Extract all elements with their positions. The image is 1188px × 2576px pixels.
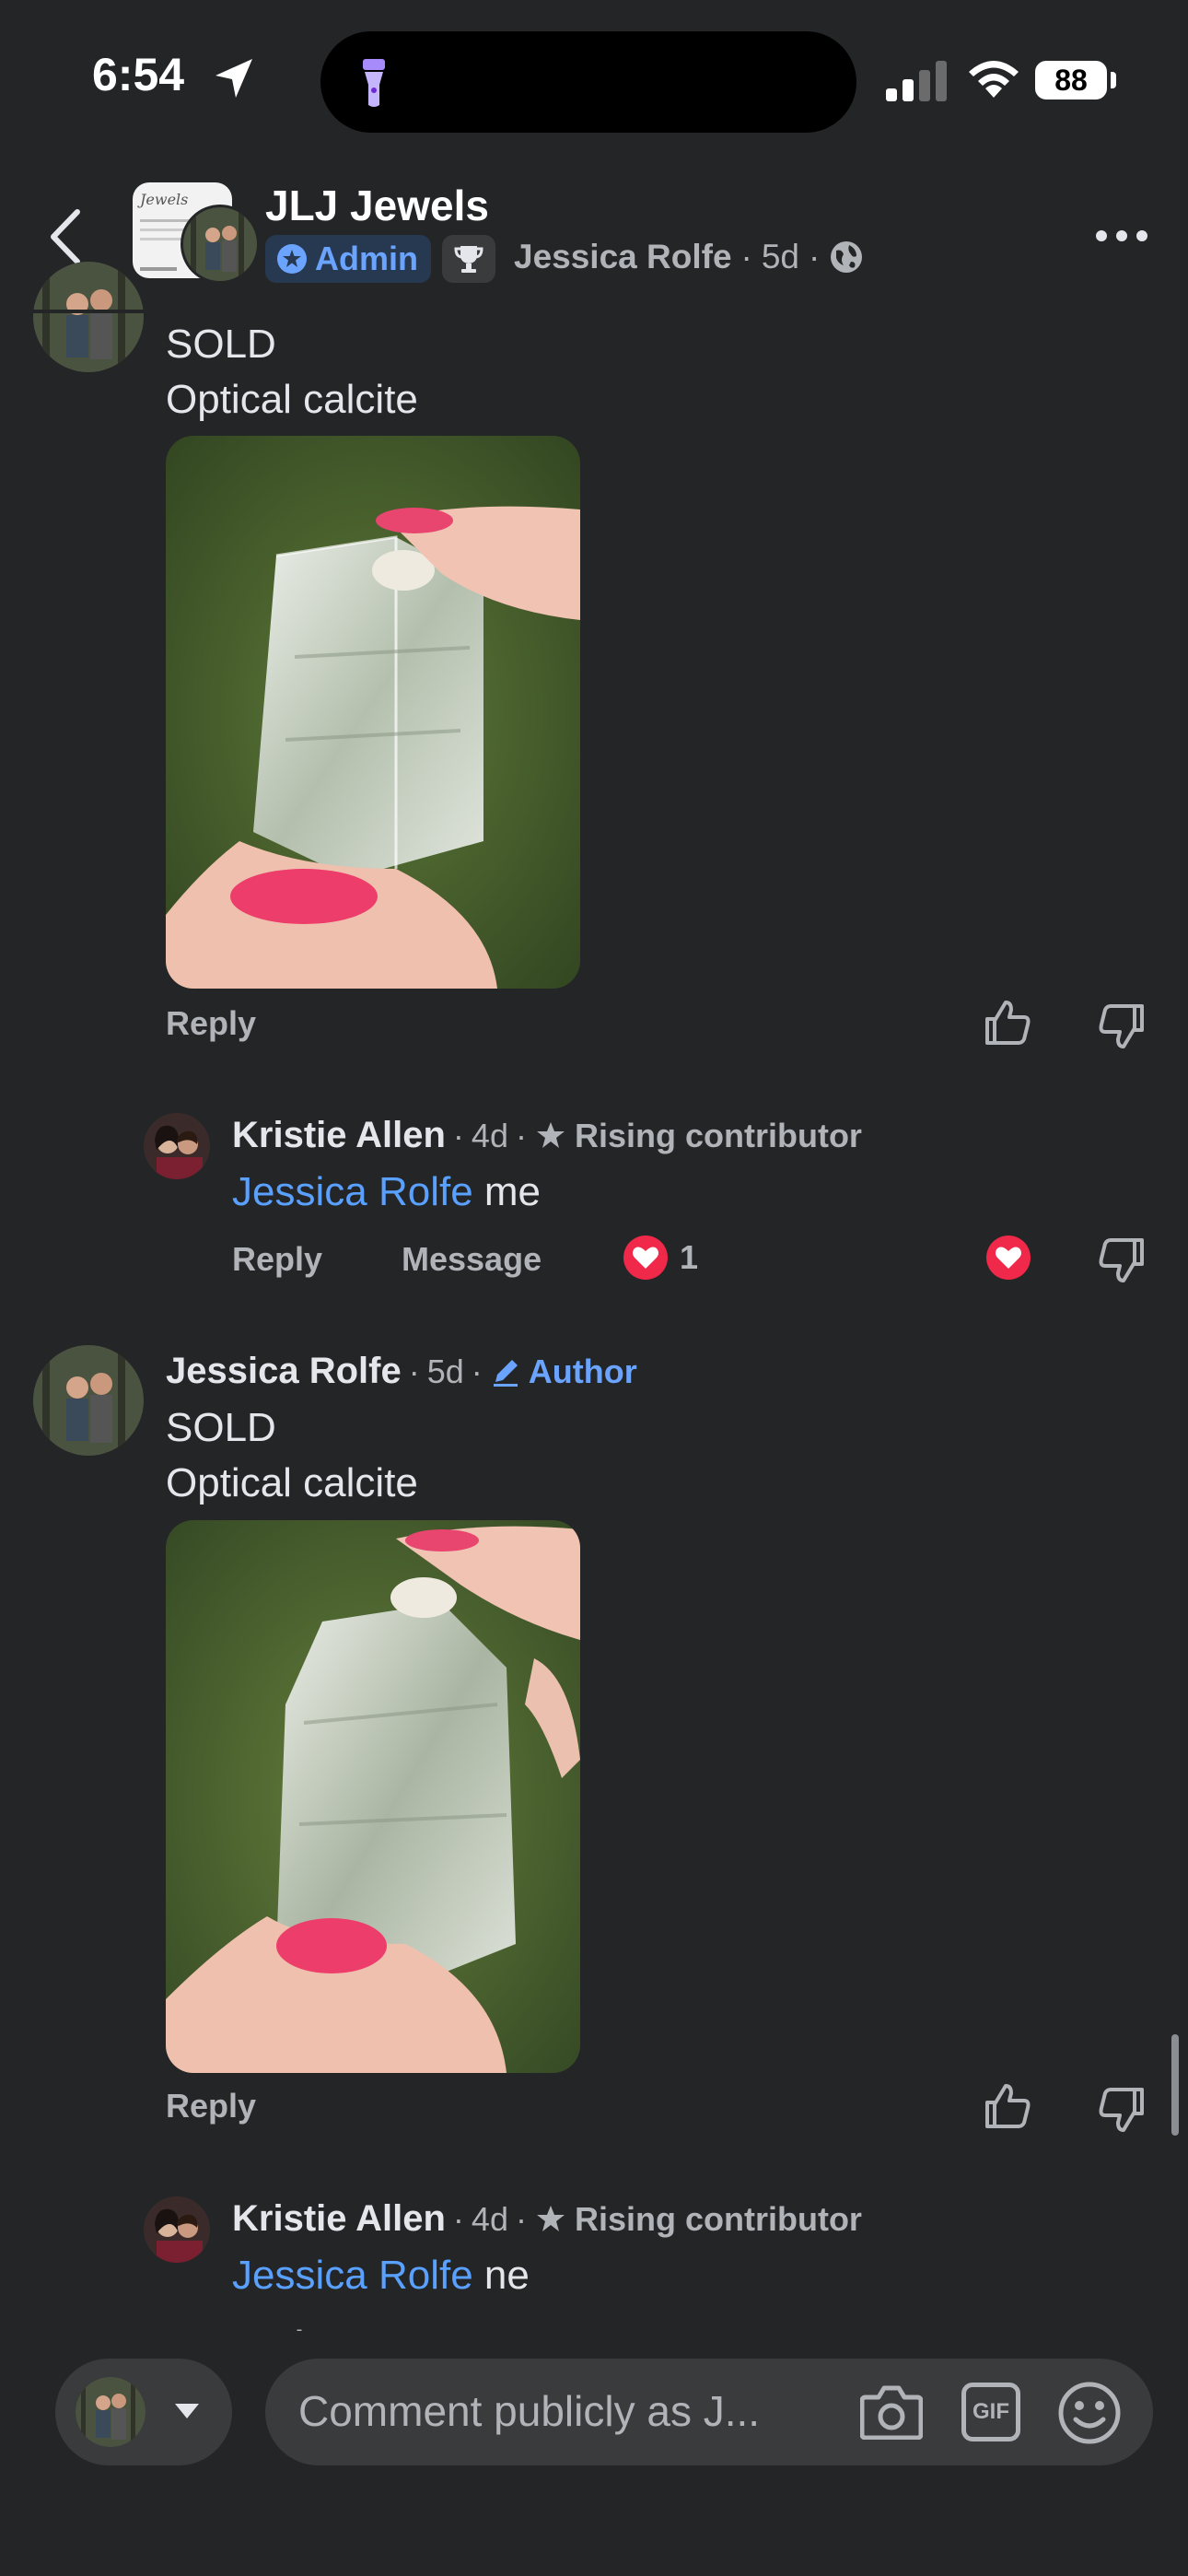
commenter-name[interactable]: Kristie Allen bbox=[232, 1115, 446, 1156]
commenter-avatar[interactable] bbox=[144, 2196, 210, 2263]
comment-header: Kristie Allen · 4d · Rising contributor bbox=[232, 1115, 862, 1156]
pencil-icon bbox=[493, 1359, 518, 1387]
comment-placeholder[interactable]: Comment publicly as J... bbox=[298, 2386, 760, 2436]
group-name[interactable]: JLJ Jewels bbox=[265, 181, 489, 230]
comment-age: 4d bbox=[471, 2199, 508, 2238]
commenter-name[interactable]: Jessica Rolfe bbox=[166, 1351, 402, 1392]
back-arrow-icon[interactable] bbox=[46, 208, 83, 265]
chevron-down-icon[interactable] bbox=[173, 2401, 201, 2421]
signal-icon bbox=[886, 61, 947, 101]
comment-text: Jessica Rolfe ne bbox=[232, 2253, 530, 2298]
thumbs-down-icon[interactable] bbox=[1096, 1235, 1147, 1286]
reply-button[interactable]: Reply bbox=[166, 2087, 256, 2125]
commenter-name[interactable]: Kristie Allen bbox=[232, 2198, 446, 2240]
reaction-count: 1 bbox=[680, 1238, 699, 1276]
thumbs-up-icon[interactable] bbox=[982, 2080, 1033, 2132]
globe-icon bbox=[831, 241, 863, 273]
reaction-summary[interactable]: 1 bbox=[623, 1235, 698, 1281]
star-icon bbox=[536, 1121, 565, 1148]
heart-icon bbox=[623, 1235, 668, 1280]
status-time: 6:54 bbox=[92, 49, 185, 100]
admin-badge: Admin bbox=[265, 235, 431, 283]
thumbs-up-icon[interactable] bbox=[982, 997, 1033, 1048]
post-author[interactable]: Jessica Rolfe bbox=[514, 238, 732, 276]
commenter-avatar[interactable] bbox=[33, 1345, 144, 1456]
admin-label: Admin bbox=[315, 240, 418, 277]
post-meta: Jessica Rolfe · 5d · bbox=[514, 238, 864, 276]
comment-photo[interactable] bbox=[166, 1520, 580, 2073]
flashlight-icon bbox=[363, 59, 385, 107]
comment-text-line1: SOLD bbox=[166, 322, 276, 367]
camera-icon[interactable] bbox=[860, 2384, 923, 2440]
commenter-avatar[interactable] bbox=[33, 262, 144, 372]
reply-button[interactable]: Reply bbox=[166, 1004, 256, 1043]
comment-age: 5d bbox=[426, 1352, 464, 1390]
contributor-badge: Rising contributor bbox=[574, 1116, 862, 1154]
commenter-avatar[interactable] bbox=[144, 1113, 210, 1179]
comment-header: Jessica Rolfe · 5d · Author bbox=[166, 1351, 637, 1392]
message-button[interactable]: Message bbox=[402, 1240, 542, 1279]
composer-avatar[interactable] bbox=[76, 2377, 146, 2447]
author-badge: Author bbox=[528, 1352, 637, 1390]
wifi-icon bbox=[969, 61, 1019, 98]
reply-button[interactable]: Reply bbox=[232, 1240, 322, 1279]
top-contributor-badge bbox=[442, 235, 495, 283]
emoji-icon[interactable] bbox=[1057, 2381, 1122, 2445]
mention-link[interactable]: Jessica Rolfe bbox=[232, 1169, 473, 1214]
svg-text:Jewels: Jewels bbox=[137, 191, 188, 208]
battery-tip bbox=[1111, 72, 1116, 88]
comment-text-line2: Optical calcite bbox=[166, 1460, 418, 1505]
comment-age: 4d bbox=[471, 1116, 508, 1154]
location-arrow-icon bbox=[215, 59, 252, 98]
mention-link[interactable]: Jessica Rolfe bbox=[232, 2253, 473, 2298]
post-age: 5d bbox=[761, 238, 800, 275]
scrollbar[interactable] bbox=[1171, 2034, 1179, 2136]
contributor-badge: Rising contributor bbox=[574, 2199, 862, 2238]
author-avatar[interactable] bbox=[181, 205, 260, 284]
comment-text: Jessica Rolfe me bbox=[232, 1169, 542, 1214]
trophy-icon bbox=[454, 246, 483, 273]
thumbs-down-icon[interactable] bbox=[1096, 2084, 1147, 2136]
heart-icon[interactable] bbox=[985, 1235, 1031, 1281]
admin-star-icon bbox=[277, 244, 307, 274]
gif-icon[interactable]: GIF bbox=[961, 2383, 1020, 2441]
comment-header: Kristie Allen · 4d · Rising contributor bbox=[232, 2198, 862, 2240]
battery-indicator: 88 bbox=[1035, 61, 1107, 100]
more-dots-icon[interactable] bbox=[1094, 227, 1149, 245]
dynamic-island bbox=[320, 31, 856, 133]
thumbs-down-icon[interactable] bbox=[1096, 1001, 1147, 1052]
star-icon bbox=[536, 2205, 565, 2231]
comment-photo[interactable] bbox=[166, 436, 580, 989]
comment-text-line1: SOLD bbox=[166, 1405, 276, 1450]
comment-text-line2: Optical calcite bbox=[166, 377, 418, 422]
